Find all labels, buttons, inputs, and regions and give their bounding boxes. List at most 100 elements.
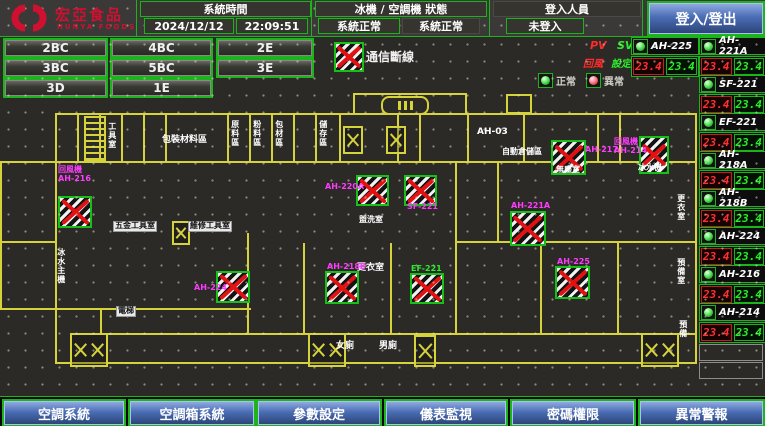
wall <box>303 243 305 335</box>
wall <box>0 241 57 243</box>
equipment-label: AH-218B <box>327 263 366 272</box>
hmi-screen: 宏亞食品 HUNYA FOODS 系統時間 2024/12/12 22:09:5… <box>0 0 765 426</box>
stairs-icon <box>641 333 679 367</box>
room-label: 原料區 <box>230 120 239 147</box>
elevator-icon <box>381 96 429 115</box>
equipment-label: AH-217 <box>585 146 618 155</box>
divider <box>489 0 490 36</box>
divider <box>642 0 643 36</box>
wall <box>293 113 295 161</box>
ahu-comm-loss-icon[interactable] <box>555 266 590 299</box>
room-label: 工具室 <box>107 122 116 149</box>
wall <box>467 113 469 161</box>
wall <box>249 113 251 161</box>
shaft-icon <box>343 126 363 154</box>
wall <box>55 308 251 310</box>
system-time-label: 系統時間 <box>140 1 311 17</box>
room-label: 電梯 <box>116 306 136 317</box>
footer-button-meter-monitoring[interactable]: 儀表監視 <box>386 401 506 425</box>
room-label: AH-03 <box>477 128 508 138</box>
equipment-label: AH-224 <box>194 284 227 293</box>
wall <box>55 362 697 364</box>
footer-button-parameter-settings[interactable]: 參數設定 <box>258 401 380 425</box>
ahu-status-value: 系統正常 <box>402 18 480 34</box>
footer-bar: 空調系統 空調箱系統 參數設定 儀表監視 密碼權限 異常警報 <box>0 396 765 426</box>
room-label: 無塵室 <box>556 166 580 175</box>
login-logout-button[interactable]: 登入/登出 <box>649 3 763 34</box>
room-label: 盥洗室 <box>359 216 383 225</box>
equipment-label: AH-225 <box>557 258 590 267</box>
equipment-label: SF-221 <box>407 203 438 212</box>
staircase-icon <box>84 116 106 162</box>
equipment-label: EF-221 <box>411 265 442 274</box>
login-status-value: 未登入 <box>506 18 584 34</box>
room-label: 男廁 <box>379 342 397 352</box>
room-label: 預備室 <box>676 258 685 285</box>
wall <box>617 241 619 335</box>
system-clock-value: 22:09:51 <box>236 18 308 34</box>
wall <box>315 113 317 161</box>
room-label: 冰水主機 <box>56 248 65 284</box>
wall <box>390 243 392 335</box>
room-label: 包材區 <box>274 120 283 147</box>
brand-name: 宏亞食品 <box>55 4 123 25</box>
divider <box>136 0 137 36</box>
stairs-icon <box>70 333 108 367</box>
footer-button-password-permission[interactable]: 密碼權限 <box>512 401 634 425</box>
wall <box>0 161 57 163</box>
wall <box>339 113 341 161</box>
ahu-comm-loss-icon[interactable] <box>410 273 444 304</box>
system-date-value: 2024/12/12 <box>144 18 234 34</box>
room-label: 維修工具室 <box>188 221 232 232</box>
wall <box>455 241 695 243</box>
brand-logo-icon <box>6 3 52 37</box>
room-label: 更衣室 <box>676 194 685 221</box>
equipment-label: 回風機 AH-216 <box>58 166 91 184</box>
service-shaft <box>506 94 532 114</box>
equipment-label: AH-220A <box>325 183 364 192</box>
top-bar: 宏亞食品 HUNYA FOODS 系統時間 2024/12/12 22:09:5… <box>0 0 765 37</box>
wall <box>121 113 123 161</box>
wall <box>695 113 697 364</box>
equipment-label-line2: AH-216 <box>58 175 91 184</box>
ahu-comm-loss-icon[interactable] <box>325 271 359 304</box>
room-label: 冰水機 <box>638 164 662 173</box>
footer-button-ahu-system[interactable]: 空調箱系統 <box>130 401 254 425</box>
floor-plan-map: 回風機 AH-216 AH-224 AH-220A AH-218B EF-221… <box>0 36 765 396</box>
wall <box>143 113 145 161</box>
footer-button-alarm[interactable]: 異常警報 <box>640 401 763 425</box>
stairs-icon <box>414 335 436 367</box>
ahu-comm-loss-icon[interactable] <box>510 211 546 246</box>
ahu-comm-loss-icon[interactable] <box>58 196 92 228</box>
room-label: 自動倉儲區 <box>502 148 542 157</box>
wall <box>353 93 355 113</box>
wall <box>271 113 273 161</box>
wall <box>77 113 79 161</box>
wall <box>353 93 467 95</box>
wall <box>227 113 229 161</box>
machine-status-label: 冰機 / 空調機 狀態 <box>315 1 487 17</box>
room-label: 女廁 <box>336 342 354 352</box>
shaft-icon <box>386 126 406 154</box>
brand-name-en: HUNYA FOODS <box>57 23 136 31</box>
wall <box>100 308 102 335</box>
equipment-label: 回風機 AH-214 <box>614 138 647 156</box>
wall <box>0 308 57 310</box>
wall <box>419 113 421 161</box>
wall <box>455 161 457 335</box>
room-label: 預備 <box>678 320 687 338</box>
room-label: 粉料區 <box>252 120 261 147</box>
room-label: 包裝材料區 <box>162 136 207 146</box>
divider <box>311 0 312 36</box>
wall <box>55 161 697 163</box>
wall <box>55 113 695 115</box>
wall <box>465 93 467 113</box>
room-label: 儲存區 <box>318 120 327 147</box>
wall <box>55 113 57 364</box>
room-label: 五金工具室 <box>113 221 157 232</box>
equipment-label-line2: AH-214 <box>614 147 647 156</box>
wall <box>100 333 697 335</box>
footer-button-hvac-system[interactable]: 空調系統 <box>4 401 124 425</box>
login-person-label: 登入人員 <box>493 1 641 17</box>
wall <box>497 161 499 241</box>
